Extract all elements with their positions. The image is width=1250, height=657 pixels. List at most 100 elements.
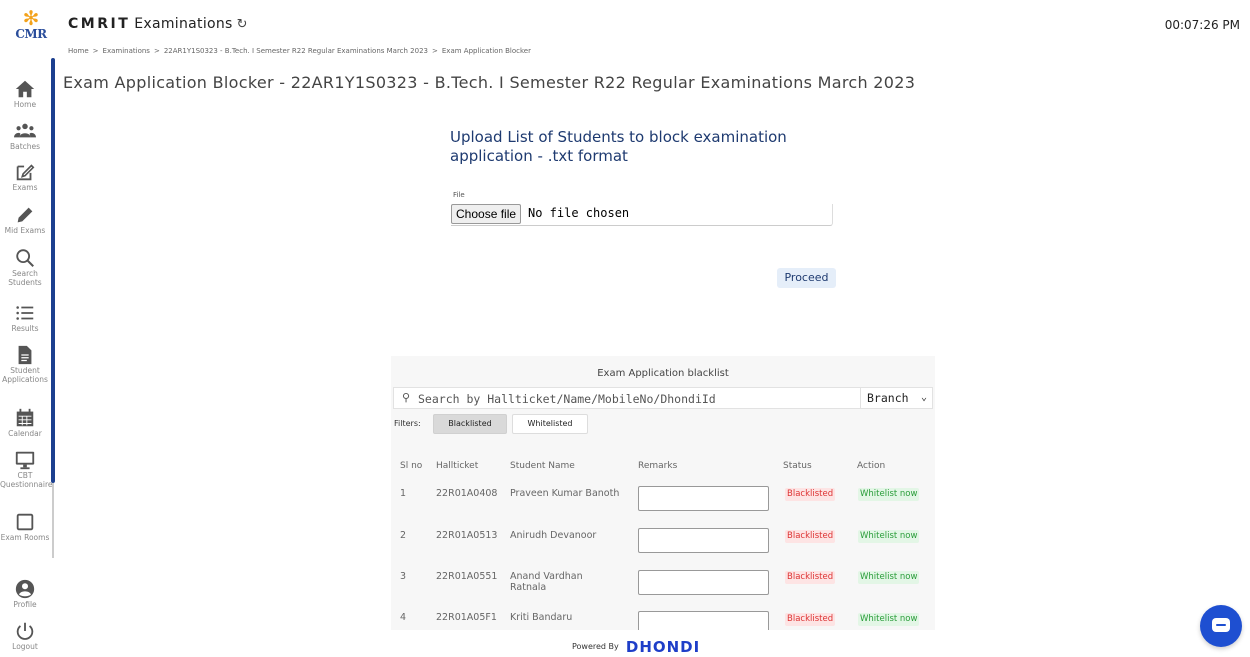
remarks-input[interactable]: [638, 611, 769, 630]
sidebar-item-label: Profile: [13, 600, 37, 609]
clock: 00:07:26 PM: [1164, 18, 1240, 32]
sidebar-item-label: Logout: [12, 642, 38, 651]
whitelist-now-button[interactable]: Whitelist now: [858, 530, 920, 543]
sidebar-item-cbt-questionnaire[interactable]: CBT Questionnaire: [0, 449, 53, 489]
row-hallticket: 22R01A05F1: [436, 612, 497, 623]
blacklist-panel: Exam Application blacklist ⚲ Search by H…: [391, 356, 935, 630]
sidebar-item-results[interactable]: Results: [0, 302, 50, 334]
sidebar-item-label: Search Students: [8, 269, 42, 287]
table-row: 4 22R01A05F1 Kriti Bandaru Blacklisted W…: [391, 609, 935, 630]
sidebar: ✻ CMR Home Batches Exams Mid Exams Searc…: [0, 0, 58, 657]
choose-file-button[interactable]: Choose file: [451, 204, 522, 224]
remarks-input[interactable]: [638, 486, 769, 511]
logo-text: CMR: [15, 27, 47, 41]
branch-select[interactable]: Branch ⌄: [860, 388, 932, 408]
search-input[interactable]: ⚲ Search by Hallticket/Name/MobileNo/Dho…: [393, 387, 933, 409]
column-header-sl-no: Sl no: [400, 461, 423, 471]
sidebar-item-mid-exams[interactable]: Mid Exams: [0, 204, 50, 236]
row-student-name: Kriti Bandaru: [510, 612, 573, 623]
breadcrumb-separator: >: [153, 47, 160, 55]
row-hallticket: 22R01A0551: [436, 571, 498, 582]
search-icon: ⚲: [402, 391, 411, 404]
list-icon: [16, 306, 34, 320]
sidebar-scrollbar[interactable]: [52, 483, 54, 558]
powered-by-text: Powered By: [572, 642, 619, 651]
upload-heading: Upload List of Students to block examina…: [450, 128, 787, 165]
sidebar-item-label: Results: [11, 324, 39, 333]
column-header-status: Status: [783, 461, 812, 471]
file-label: File: [453, 191, 465, 199]
sidebar-item-student-applications[interactable]: Student Applications: [0, 344, 50, 384]
table-row: 1 22R01A0408 Praveen Kumar Banoth Blackl…: [391, 482, 935, 522]
breadcrumb-current: Exam Application Blocker: [441, 47, 531, 55]
table-row: 3 22R01A0551 Anand Vardhan Ratnala Black…: [391, 567, 935, 607]
breadcrumb-home[interactable]: Home: [68, 47, 89, 55]
row-student-name: Anirudh Devanoor: [510, 530, 597, 541]
search-placeholder: Search by Hallticket/Name/MobileNo/Dhond…: [418, 392, 716, 406]
whitelist-now-button[interactable]: Whitelist now: [858, 613, 920, 626]
sidebar-item-label: CBT Questionnaire: [0, 471, 53, 489]
sidebar-item-label: Exams: [12, 183, 38, 192]
sidebar-item-label: Student Applications: [2, 366, 48, 384]
row-sl-no: 2: [400, 530, 407, 541]
logo-flower-icon: ✻: [22, 6, 40, 30]
footer: Powered By DHONDI: [572, 636, 700, 656]
whitelist-now-button[interactable]: Whitelist now: [858, 488, 920, 501]
status-badge: Blacklisted: [785, 530, 836, 543]
row-student-name: Anand Vardhan Ratnala: [510, 571, 583, 593]
page-title: Exam Application Blocker - 22AR1Y1S0323 …: [63, 73, 916, 92]
filter-whitelisted-button[interactable]: Whitelisted: [512, 414, 588, 434]
column-header-hallticket: Hallticket: [436, 461, 479, 471]
sidebar-item-exams[interactable]: Exams: [0, 161, 50, 193]
sidebar-item-calendar[interactable]: Calendar: [0, 407, 50, 439]
home-icon: [15, 80, 35, 98]
status-badge: Blacklisted: [785, 488, 836, 501]
remarks-input[interactable]: [638, 528, 769, 553]
power-icon: [16, 622, 34, 640]
proceed-button[interactable]: Proceed: [777, 268, 836, 288]
user-circle-icon: [15, 579, 35, 599]
branch-select-value: Branch: [867, 391, 909, 405]
row-student-name: Praveen Kumar Banoth: [510, 488, 620, 499]
sidebar-item-label: Calendar: [8, 429, 42, 438]
chevron-down-icon: ⌄: [920, 392, 927, 403]
cmr-logo[interactable]: ✻ CMR: [14, 8, 48, 44]
column-header-action: Action: [857, 461, 886, 471]
filter-blacklisted-button[interactable]: Blacklisted: [433, 414, 507, 434]
app-brand: CMRIT: [68, 16, 131, 32]
blacklist-title: Exam Application blacklist: [597, 368, 729, 379]
column-header-student-name: Student Name: [510, 461, 575, 471]
refresh-icon[interactable]: ↻: [237, 17, 248, 32]
remarks-input[interactable]: [638, 570, 769, 595]
edit-icon: [16, 164, 35, 181]
search-icon: [16, 249, 34, 267]
chat-button[interactable]: [1200, 605, 1242, 647]
status-badge: Blacklisted: [785, 613, 836, 626]
no-file-text: No file chosen: [528, 206, 630, 220]
breadcrumb-examinations[interactable]: Examinations: [103, 47, 150, 55]
sidebar-item-home[interactable]: Home: [0, 78, 50, 110]
whitelist-now-button[interactable]: Whitelist now: [858, 571, 920, 584]
filters-label: Filters:: [394, 419, 421, 428]
app-title: CMRIT Examinations ↻: [68, 16, 248, 32]
breadcrumb-separator: >: [432, 47, 438, 55]
sidebar-item-profile[interactable]: Profile: [0, 578, 50, 610]
sidebar-item-label: Home: [13, 100, 37, 109]
square-icon: [16, 513, 34, 531]
sidebar-item-search-students[interactable]: Search Students: [0, 247, 50, 287]
row-sl-no: 3: [400, 571, 407, 582]
breadcrumb: Home > Examinations >22AR1Y1S0323 - B.Tech.…: [68, 47, 531, 55]
sidebar-item-batches[interactable]: Batches: [0, 120, 50, 152]
sidebar-item-exam-rooms[interactable]: Exam Rooms: [0, 511, 50, 543]
row-hallticket: 22R01A0408: [436, 488, 498, 499]
status-badge: Blacklisted: [785, 571, 836, 584]
pencil-icon: [17, 207, 33, 223]
sidebar-scroll-indicator: [51, 58, 55, 483]
file-icon: [18, 345, 32, 365]
sidebar-item-label: Mid Exams: [4, 226, 46, 235]
sidebar-item-logout[interactable]: Logout: [0, 620, 50, 652]
app-subtitle: Examinations: [134, 16, 233, 32]
row-sl-no: 1: [400, 488, 407, 499]
dhondi-logo[interactable]: DHONDI: [626, 638, 700, 656]
breadcrumb-exam[interactable]: 22AR1Y1S0323 - B.Tech. I Semester R22 Re…: [164, 47, 428, 55]
